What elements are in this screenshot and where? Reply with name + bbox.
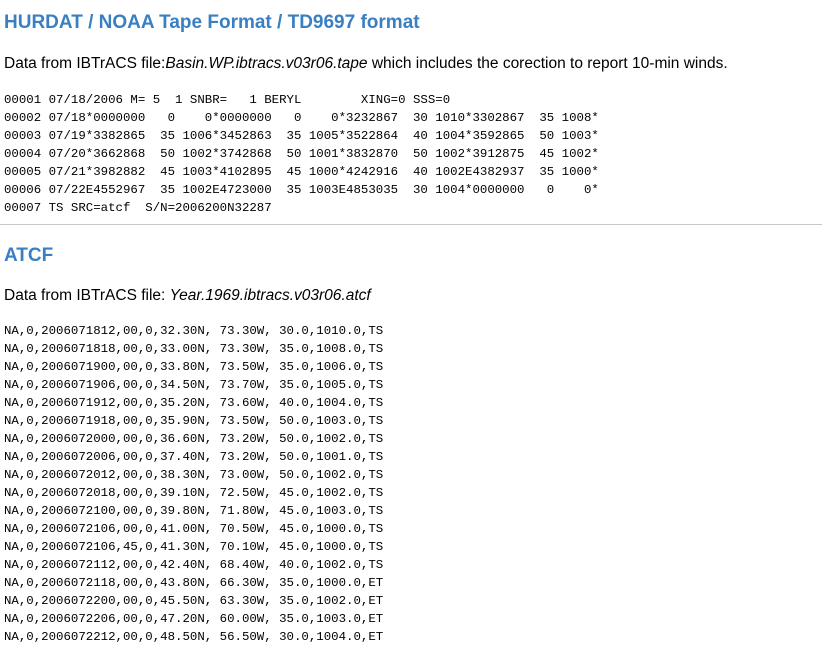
hurdat-data-line: 00003 07/19*3382865 35 1006*3452863 35 1… <box>4 129 599 143</box>
hurdat-description: Data from IBTrACS file:Basin.WP.ibtracs.… <box>4 55 728 73</box>
atcf-data-line: NA,0,2006072000,00,0,36.60N, 73.20W, 50.… <box>4 432 384 446</box>
atcf-data-line: NA,0,2006072100,00,0,39.80N, 71.80W, 45.… <box>4 504 384 518</box>
atcf-data-line: NA,0,2006072018,00,0,39.10N, 72.50W, 45.… <box>4 486 384 500</box>
hurdat-description-suffix: which includes the corection to report 1… <box>367 55 728 72</box>
atcf-data-line: NA,0,2006071912,00,0,35.20N, 73.60W, 40.… <box>4 396 384 410</box>
atcf-data-line: NA,0,2006071906,00,0,34.50N, 73.70W, 35.… <box>4 378 384 392</box>
atcf-data-line: NA,0,2006071900,00,0,33.80N, 73.50W, 35.… <box>4 360 384 374</box>
atcf-data-line: NA,0,2006072012,00,0,38.30N, 73.00W, 50.… <box>4 468 384 482</box>
atcf-description: Data from IBTrACS file: Year.1969.ibtrac… <box>4 287 371 305</box>
atcf-data-line: NA,0,2006072118,00,0,43.80N, 66.30W, 35.… <box>4 576 384 590</box>
hurdat-section-title: HURDAT / NOAA Tape Format / TD9697 forma… <box>4 12 420 33</box>
hurdat-filename: Basin.WP.ibtracs.v03r06.tape <box>165 55 368 72</box>
atcf-description-prefix: Data from IBTrACS file: <box>4 287 170 304</box>
atcf-data-line: NA,0,2006072106,45,0,41.30N, 70.10W, 45.… <box>4 540 384 554</box>
hurdat-data-line: 00004 07/20*3662868 50 1002*3742868 50 1… <box>4 147 599 161</box>
atcf-data-line: NA,0,2006072106,00,0,41.00N, 70.50W, 45.… <box>4 522 384 536</box>
atcf-data-line: NA,0,2006071918,00,0,35.90N, 73.50W, 50.… <box>4 414 384 428</box>
hurdat-data-line: 00006 07/22E4552967 35 1002E4723000 35 1… <box>4 183 599 197</box>
atcf-data-line: NA,0,2006072212,00,0,48.50N, 56.50W, 30.… <box>4 630 384 644</box>
hurdat-data-line: 00007 TS SRC=atcf S/N=2006200N32287 <box>4 201 272 215</box>
hurdat-data-line: 00001 07/18/2006 M= 5 1 SNBR= 1 BERYL XI… <box>4 93 451 107</box>
atcf-data-block: NA,0,2006071812,00,0,32.30N, 73.30W, 30.… <box>4 322 383 646</box>
atcf-data-line: NA,0,2006072200,00,0,45.50N, 63.30W, 35.… <box>4 594 384 608</box>
hurdat-data-line: 00005 07/21*3982882 45 1003*4102895 45 1… <box>4 165 599 179</box>
atcf-data-line: NA,0,2006072206,00,0,47.20N, 60.00W, 35.… <box>4 612 384 626</box>
atcf-filename: Year.1969.ibtracs.v03r06.atcf <box>169 287 371 304</box>
hurdat-description-prefix: Data from IBTrACS file: <box>4 55 166 72</box>
atcf-data-line: NA,0,2006072006,00,0,37.40N, 73.20W, 50.… <box>4 450 384 464</box>
atcf-section-title: ATCF <box>4 245 54 266</box>
atcf-data-line: NA,0,2006071818,00,0,33.00N, 73.30W, 35.… <box>4 342 384 356</box>
hurdat-data-line: 00002 07/18*0000000 0 0*0000000 0 0*3232… <box>4 111 599 125</box>
atcf-data-line: NA,0,2006071812,00,0,32.30N, 73.30W, 30.… <box>4 324 384 338</box>
atcf-data-line: NA,0,2006072112,00,0,42.40N, 68.40W, 40.… <box>4 558 384 572</box>
section-divider <box>0 224 822 225</box>
hurdat-data-block: 00001 07/18/2006 M= 5 1 SNBR= 1 BERYL XI… <box>4 91 599 217</box>
